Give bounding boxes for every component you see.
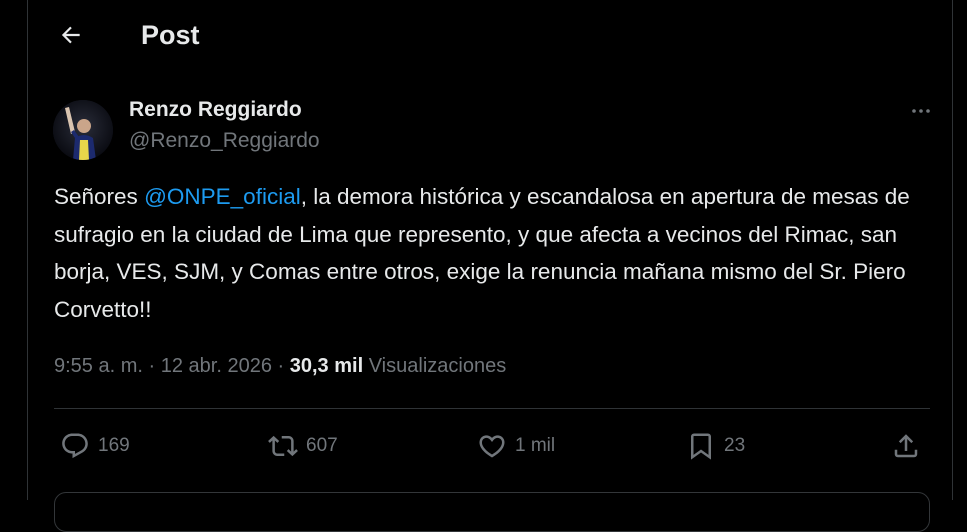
more-options-button[interactable]: [906, 96, 936, 126]
divider: [54, 408, 930, 409]
back-button[interactable]: [53, 17, 89, 53]
arrow-left-icon: [61, 26, 80, 44]
heart-icon: [479, 435, 505, 458]
meta-separator: ·: [277, 355, 285, 377]
avatar-photo: [53, 100, 113, 160]
author-handle[interactable]: @Renzo_Reggiardo: [129, 128, 320, 154]
views-label: Visualizaciones: [368, 355, 507, 377]
repost-button[interactable]: 607: [268, 424, 338, 468]
views-count: 30,3 mil: [289, 355, 364, 377]
avatar[interactable]: [53, 100, 113, 160]
more-horizontal-icon: [912, 109, 930, 113]
tweet-date[interactable]: 12 abr. 2026: [161, 355, 272, 377]
mention-link[interactable]: @ONPE_oficial: [144, 184, 301, 209]
bookmark-button[interactable]: 23: [686, 424, 745, 468]
meta-separator: ·: [148, 355, 156, 377]
tweet-time[interactable]: 9:55 a. m.: [54, 355, 143, 377]
reply-compose-box[interactable]: [54, 492, 930, 532]
repost-count: 607: [306, 435, 338, 456]
reply-icon: [62, 433, 88, 459]
bookmark-count: 23: [724, 435, 746, 456]
reply-count: 169: [98, 435, 130, 456]
repost-icon: [268, 435, 298, 457]
page-title: Post: [141, 20, 200, 50]
post-column: Post Renzo Reggiardo @Renzo_Reggiardo Se: [27, 0, 953, 532]
tweet-text: Señores @ONPE_oficial, la demora históri…: [54, 178, 934, 328]
author-name[interactable]: Renzo Reggiardo: [129, 97, 302, 123]
share-button[interactable]: [891, 424, 921, 468]
tweet-meta: 9:55 a. m. · 12 abr. 2026 · 30,3 mil Vis…: [54, 352, 506, 380]
share-icon: [894, 434, 918, 458]
like-button[interactable]: 1 mil: [477, 424, 555, 468]
action-bar: 169 607 1 mil 23: [28, 424, 952, 468]
reply-button[interactable]: 169: [60, 424, 130, 468]
tweet-text-start: Señores: [54, 184, 145, 209]
like-count: 1 mil: [515, 435, 556, 456]
bookmark-icon: [691, 433, 711, 460]
post-header: Post: [28, 0, 952, 72]
